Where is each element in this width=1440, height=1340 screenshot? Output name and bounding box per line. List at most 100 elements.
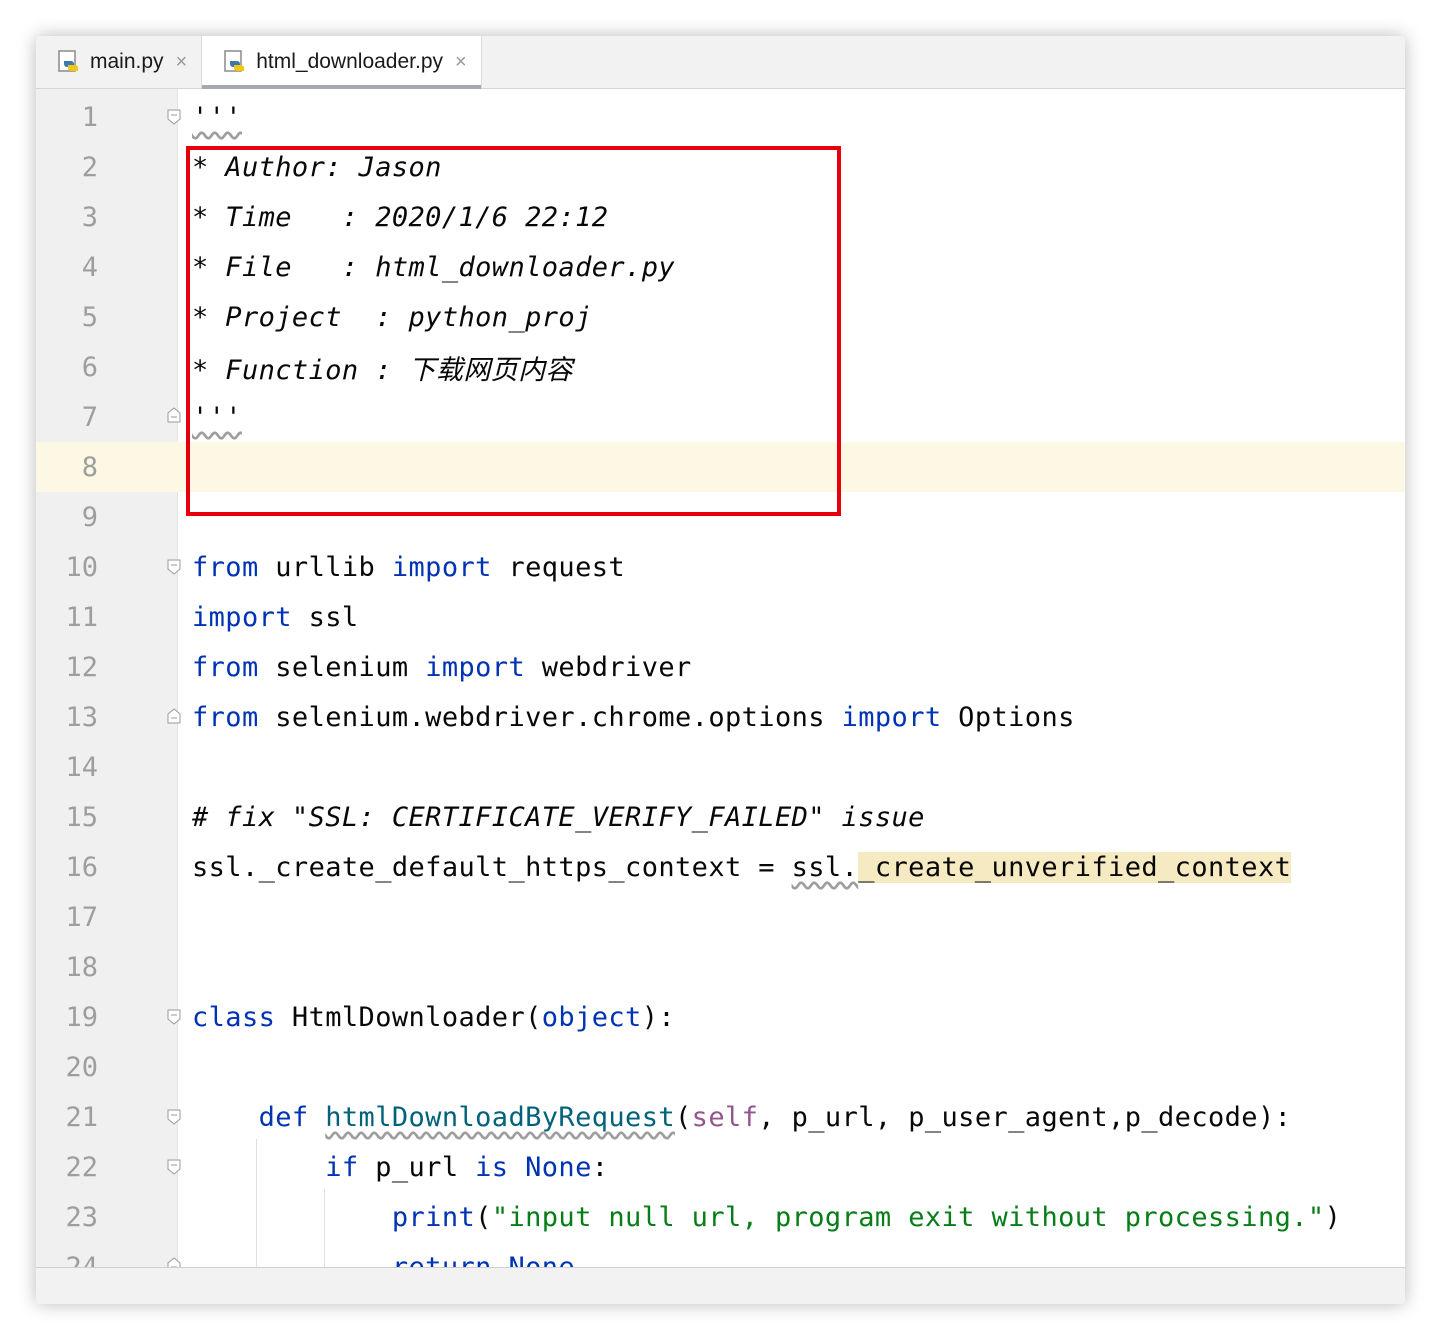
fold-end-icon[interactable] (167, 407, 181, 423)
line-number: 9 (81, 501, 98, 533)
tab-html-downloader-py[interactable]: html_downloader.py × (202, 36, 482, 89)
none-constant: None (508, 1251, 576, 1269)
code-line: 1 ''' (36, 92, 1405, 142)
fold-start-icon[interactable] (167, 559, 181, 575)
keyword: def (258, 1101, 309, 1133)
line-number: 21 (65, 1101, 98, 1133)
code-line: 23 print("input null url, program exit w… (36, 1192, 1405, 1242)
code-line: 15 # fix "SSL: CERTIFICATE_VERIFY_FAILED… (36, 792, 1405, 842)
code-line: 20 (36, 1042, 1405, 1092)
import-statement: from selenium.webdriver.chrome.options i… (192, 702, 1075, 733)
close-icon[interactable]: × (455, 52, 467, 72)
builtin-function: print (391, 1201, 476, 1233)
keyword: import (841, 701, 942, 733)
keyword: is (475, 1151, 509, 1183)
tab-label: html_downloader.py (256, 50, 444, 73)
docstring-open: ''' (192, 101, 242, 133)
fold-end-icon[interactable] (167, 708, 181, 724)
fold-start-icon[interactable] (167, 1159, 181, 1175)
code-line: 17 (36, 892, 1405, 942)
assignment-target: ssl._create_default_https_context = (192, 851, 792, 883)
fold-start-icon[interactable] (167, 1009, 181, 1025)
builtin-object: object (541, 1001, 642, 1033)
tab-label: main.py (90, 50, 164, 73)
if-statement: if p_url is None: (192, 1152, 608, 1183)
keyword: if (325, 1151, 359, 1183)
line-number: 19 (65, 1001, 98, 1033)
code-line: 7 ''' (36, 392, 1405, 442)
class-name: HtmlDownloader( (275, 1001, 542, 1033)
line-number: 6 (81, 351, 98, 383)
code-line: 21 def htmlDownloadByRequest(self, p_url… (36, 1092, 1405, 1142)
code-line: 22 if p_url is None: (36, 1142, 1405, 1192)
code-line: 5 * Project : python_proj (36, 292, 1405, 342)
method-definition: def htmlDownloadByRequest(self, p_url, p… (192, 1102, 1291, 1133)
module-name: selenium.webdriver.chrome.options (258, 701, 842, 733)
line-number: 23 (65, 1201, 98, 1233)
method-name: htmlDownloadByRequest (325, 1101, 676, 1133)
code-line: 19 class HtmlDownloader(object): (36, 992, 1405, 1042)
python-file-icon (58, 50, 78, 72)
code-line: 18 (36, 942, 1405, 992)
comment: # fix "SSL: CERTIFICATE_VERIFY_FAILED" i… (192, 801, 925, 833)
current-line[interactable]: 8 (36, 442, 1405, 492)
line-number: 18 (65, 951, 98, 983)
code-line: 11 import ssl (36, 592, 1405, 642)
none-constant: None (525, 1151, 592, 1183)
line-number: 3 (81, 201, 98, 233)
code-line: 13 from selenium.webdriver.chrome.option… (36, 692, 1405, 742)
line-number: 17 (65, 901, 98, 933)
string-literal: "input null url, program exit without pr… (491, 1201, 1325, 1233)
line-number: 2 (81, 151, 98, 183)
punctuation: ( (675, 1101, 692, 1133)
indent-guide (324, 1189, 325, 1268)
fold-start-icon[interactable] (167, 1109, 181, 1125)
close-icon[interactable]: × (176, 52, 188, 72)
params: , p_url, p_user_agent,p_decode): (758, 1101, 1292, 1133)
highlighted-identifier: _create_unverified_context (858, 851, 1292, 883)
code-editor[interactable]: 1 ''' 2 * Author: Jason 3 * Time : 2020/… (36, 89, 1405, 1268)
punctuation: ) (1324, 1201, 1342, 1233)
line-number: 11 (65, 601, 98, 633)
line-number: 15 (65, 801, 98, 833)
imported-name: request (491, 551, 626, 583)
line-number: 8 (81, 451, 98, 483)
line-number: 24 (65, 1251, 98, 1269)
keyword: class (192, 1001, 276, 1033)
imported-name: Options (941, 701, 1075, 733)
keyword: return (391, 1251, 492, 1269)
line-number: 16 (65, 851, 98, 883)
line-number: 1 (81, 101, 98, 133)
import-statement: from selenium import webdriver (192, 652, 692, 683)
self-param: self (691, 1101, 759, 1133)
line-number: 4 (81, 251, 98, 283)
ide-window: main.py × html_downloader.py × 1 ''' 2 *… (36, 36, 1405, 1304)
tab-main-py[interactable]: main.py × (36, 36, 203, 88)
docstring-line: * Function : 下载网页内容 (192, 354, 573, 386)
punctuation: ): (641, 1001, 676, 1033)
code-line: 9 (36, 492, 1405, 542)
fold-start-icon[interactable] (167, 109, 181, 125)
module-reference: ssl. (791, 851, 859, 883)
print-statement: print("input null url, program exit with… (192, 1202, 1341, 1233)
line-number: 12 (65, 651, 98, 683)
line-number: 10 (65, 551, 98, 583)
keyword: import (391, 551, 492, 583)
assignment-statement: ssl._create_default_https_context = ssl.… (192, 851, 1292, 883)
line-number: 20 (65, 1051, 98, 1083)
punctuation: ( (475, 1201, 492, 1233)
line-number: 22 (65, 1151, 98, 1183)
python-file-icon (224, 50, 245, 72)
code-line: 2 * Author: Jason (36, 142, 1405, 192)
keyword: import (425, 651, 526, 683)
editor-tab-bar: main.py × html_downloader.py × (36, 36, 1405, 89)
module-name: urllib (258, 551, 392, 583)
code-line: 16 ssl._create_default_https_context = s… (36, 842, 1405, 892)
punctuation: : (591, 1151, 609, 1183)
identifier: p_url (358, 1151, 476, 1183)
